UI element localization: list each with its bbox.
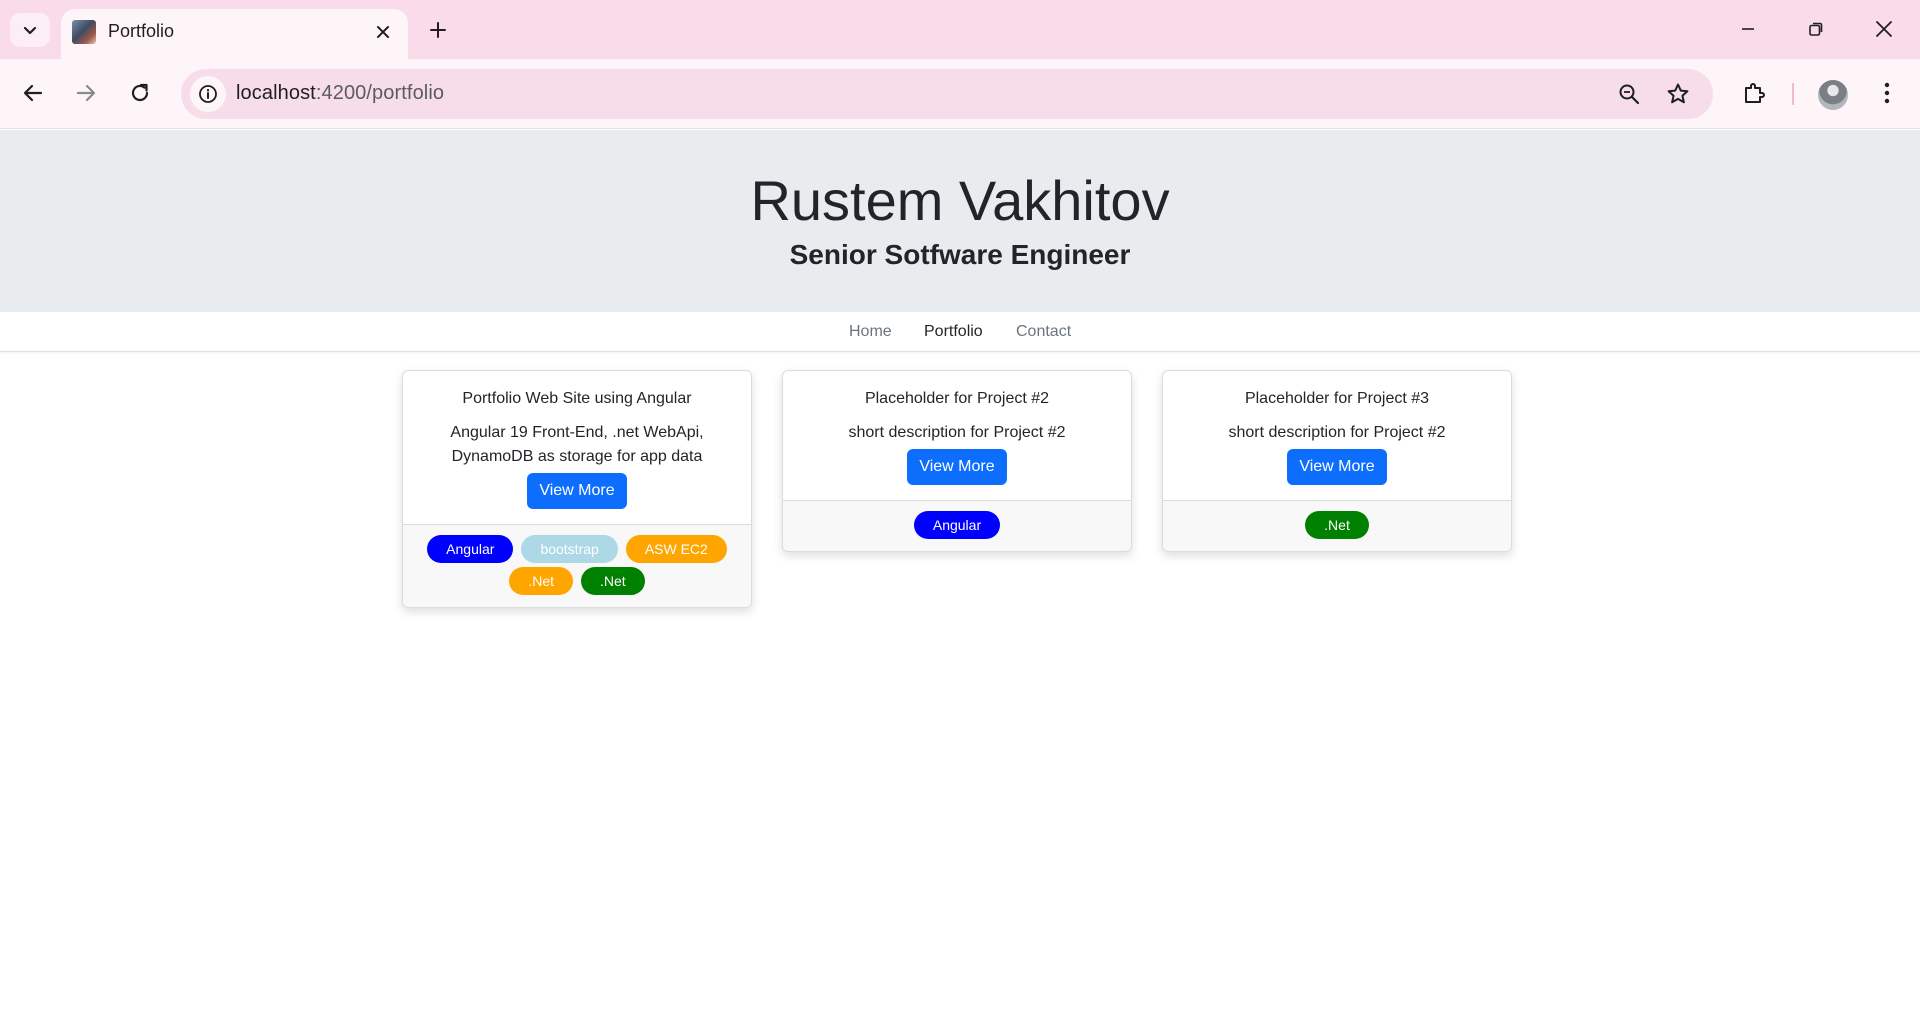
forward-icon[interactable]	[66, 73, 106, 113]
browser-tab[interactable]: Portfolio	[61, 9, 408, 59]
card-footer: Angular bootstrap ASW EC2 .Net .Net	[403, 524, 751, 607]
extensions-icon[interactable]	[1735, 74, 1773, 112]
tag-badge: .Net	[509, 567, 573, 595]
card-footer: Angular	[783, 500, 1131, 551]
minimize-icon[interactable]	[1720, 8, 1776, 50]
reload-icon[interactable]	[120, 73, 160, 113]
tag-badge: .Net	[581, 567, 645, 595]
site-nav: Home Portfolio Contact	[0, 312, 1920, 352]
card-title: Placeholder for Project #3	[1244, 390, 1430, 407]
nav-contact[interactable]: Contact	[1016, 323, 1071, 341]
url-host: localhost	[236, 82, 316, 104]
card-title: Portfolio Web Site using Angular	[462, 390, 692, 407]
card-body: Placeholder for Project #2 short descrip…	[783, 371, 1131, 500]
browser-toolbar: localhost:4200/portfolio	[0, 59, 1920, 129]
nav-home[interactable]: Home	[849, 323, 892, 341]
restore-icon[interactable]	[1788, 8, 1844, 50]
card-description: short description for Project #2	[848, 424, 1066, 441]
plus-icon[interactable]	[421, 13, 455, 47]
page-subtitle: Senior Sotfware Engineer	[789, 239, 1131, 270]
view-more-button[interactable]: View More	[527, 473, 627, 509]
address-bar[interactable]: localhost:4200/portfolio	[181, 69, 1713, 119]
page-content: Rustem Vakhitov Senior Sotfware Engineer…	[0, 130, 1920, 1020]
profile-avatar[interactable]	[1818, 80, 1848, 110]
project-card: Placeholder for Project #3 short descrip…	[1162, 370, 1512, 552]
url-path: :4200/portfolio	[315, 82, 445, 104]
view-more-button[interactable]: View More	[1287, 449, 1387, 485]
toolbar-divider	[1792, 83, 1794, 105]
page-header: Rustem Vakhitov Senior Sotfware Engineer	[0, 130, 1920, 312]
zoom-icon[interactable]	[1614, 79, 1644, 109]
close-icon[interactable]	[368, 17, 398, 47]
tab-search-icon[interactable]	[10, 13, 50, 47]
card-title: Placeholder for Project #2	[864, 390, 1050, 407]
info-icon[interactable]	[190, 76, 226, 112]
back-icon[interactable]	[13, 73, 53, 113]
tag-badge: ASW EC2	[625, 535, 727, 563]
tag-badge: Angular	[913, 511, 1001, 539]
tag-badge: bootstrap	[521, 535, 618, 563]
card-description: short description for Project #2	[1228, 424, 1446, 441]
tag-badge: .Net	[1305, 511, 1369, 539]
card-description: Angular 19 Front-End, .net WebApi, Dynam…	[450, 424, 704, 465]
card-body: Portfolio Web Site using Angular Angular…	[403, 371, 751, 524]
card-body: Placeholder for Project #3 short descrip…	[1163, 371, 1511, 500]
tag-badge: Angular	[427, 535, 514, 563]
page-title: Rustem Vakhitov	[750, 169, 1170, 232]
nav-portfolio[interactable]: Portfolio	[924, 323, 983, 341]
favicon-icon	[72, 20, 96, 44]
close-window-icon[interactable]	[1856, 8, 1912, 50]
project-card: Placeholder for Project #2 short descrip…	[782, 370, 1132, 552]
browser-tab-strip: Portfolio	[0, 0, 1920, 59]
url-text[interactable]: localhost:4200/portfolio	[236, 82, 444, 105]
star-icon[interactable]	[1663, 79, 1693, 109]
tab-title: Portfolio	[108, 21, 175, 41]
card-footer: .Net	[1163, 500, 1511, 551]
view-more-button[interactable]: View More	[907, 449, 1007, 485]
project-card: Portfolio Web Site using Angular Angular…	[402, 370, 752, 608]
menu-icon[interactable]	[1868, 74, 1906, 112]
